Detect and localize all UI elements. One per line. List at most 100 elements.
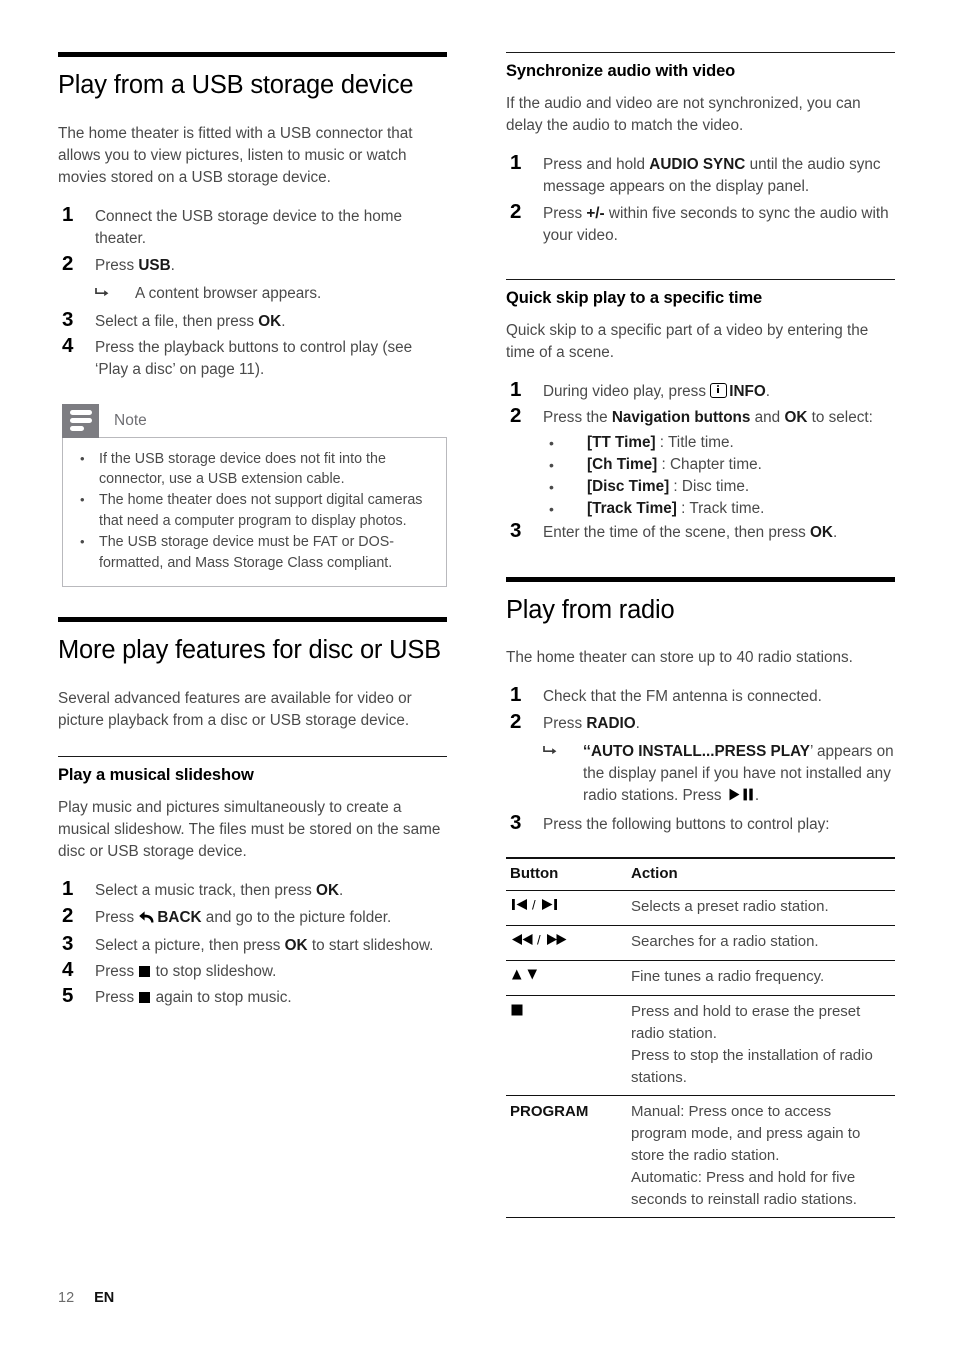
table-row: Fine tunes a radio frequency. [506,960,895,996]
option-desc: : Chapter time. [657,455,762,473]
step-text-post: to select: [807,409,873,427]
step-text-pre: Press [95,989,139,1007]
note-list-item: • The home theater does not support digit… [75,490,434,531]
table-cell-button [506,995,627,1095]
step-text-post: . [832,524,838,542]
note-body: • If the USB storage device does not fit … [62,436,447,588]
step-number: 3 [510,519,522,543]
step-text-pre: Press [543,204,587,222]
note-tab: Note [62,403,447,438]
section-rule-top [58,52,447,57]
button-name-ok: OK [316,882,339,900]
button-name-navigation: Navigation buttons [611,409,751,427]
table-cell-action: Press and hold to erase the preset radio… [627,995,895,1095]
option-desc: : Title time. [655,433,734,451]
note-box: Note • If the USB storage device does not… [62,403,447,588]
step-result-content-browser: A content browser appears. [95,283,447,305]
step-number: 1 [510,683,522,707]
language-code: EN [94,1290,115,1306]
action-line: Press to stop the installation of radio … [631,1046,873,1086]
step-result-auto-install: ‘‘AUTO INSTALL...PRESS PLAY’ appears on … [543,741,895,809]
step-sync-2: 2 Press +/- within five seconds to sync … [506,199,895,247]
info-icon [710,383,728,399]
step-text: Press RADIO. [543,711,895,735]
step-slideshow-1: 1 Select a music track, then press OK. [58,877,447,902]
step-slideshow-5: 5 Press again to stop music. [58,984,447,1009]
table-header-button: Button [510,864,559,882]
step-quickskip-1: 1 During video play, press INFO. [506,378,895,403]
section-quick-skip: Quick skip play to a specific time Quick… [506,279,895,545]
display-message-auto-install: AUTO INSTALL...PRESS PLAY [590,742,810,760]
button-name-ok: OK [810,524,833,542]
table-header-row: Button Action [506,857,895,891]
step-text-pre: Press the [543,409,612,427]
bullet-icon: • [80,492,85,508]
option-label: [Disc Time] [587,478,670,496]
right-column: Synchronize audio with video If the audi… [506,52,895,1218]
table-cell-button: PROGRAM [506,1095,627,1217]
program-button-label: PROGRAM [510,1102,589,1120]
step-number: 3 [62,308,74,331]
subsection-rule [506,52,895,53]
step-text: Check that the FM antenna is connected. [543,688,822,706]
page-title-more-play-features: More play features for disc or USB [58,636,441,665]
option-label: [TT Time] [587,433,656,451]
option-disc-time: • [Disc Time] : Disc time. [543,476,895,498]
step-number: 2 [510,199,522,223]
intro-paragraph-quick-skip: Quick skip to a specific part of a video… [506,321,869,362]
action-line: Fine tunes a radio frequency. [631,967,825,985]
table-head: Button Action [506,857,895,891]
step-text: Press the Navigation buttons and OK to s… [543,405,895,429]
intro-paragraph-more-features: Several advanced features are available … [58,689,412,729]
play-pause-icon [729,786,755,808]
note-icon [62,403,99,438]
subsection-title-musical-slideshow: Play a musical slideshow [58,766,254,785]
button-name-ok: OK [258,313,282,330]
table-cell-action: Fine tunes a radio frequency. [627,960,895,995]
option-desc: : Disc time. [669,478,750,496]
table-cell-button: / [506,890,627,925]
subsection-title-quick-skip: Quick skip play to a specific time [506,289,763,308]
button-name-radio: RADIO [586,714,636,732]
bullet-icon: • [80,534,85,550]
step-text: During video play, press INFO. [543,379,895,403]
left-column: Play from a USB storage device The home … [58,52,447,1011]
svg-text:/: / [532,897,536,912]
section-more-play-features: More play features for disc or USB Sever… [58,617,447,1009]
note-label: Note [114,411,147,429]
step-number: 1 [510,378,522,402]
step-text: Press and hold AUDIO SYNC until the audi… [543,152,895,198]
step-radio-3: 3 Press the following buttons to control… [506,811,895,836]
step-usb-2: 2 Press USB. [58,252,447,277]
step-text: Press the following buttons to control p… [543,816,830,834]
bullet-icon: • [549,456,554,473]
intro-paragraph-synchronize: If the audio and video are not synchroni… [506,94,861,134]
button-name-ok: OK [284,936,308,954]
note-item-text: If the USB storage device does not fit i… [99,450,386,488]
note-item-text: The USB storage device must be FAT or DO… [99,534,395,571]
section-rule-top [506,576,895,582]
step-number: 2 [62,903,74,927]
step-text-post: to start slideshow. [307,936,434,954]
note-item-text: The home theater does not support digita… [99,492,423,529]
back-icon [138,909,155,931]
subsection-rule [58,756,447,758]
radio-buttons-table: Button Action / Selects a preset radio s… [506,857,895,1218]
step-text: Select a file, then press OK. [95,309,447,333]
step-text-post: to stop slideshow. [151,963,277,981]
hook-arrow-icon [95,283,110,305]
table-row: PROGRAM Manual: Press once to access pro… [506,1095,895,1218]
action-line: Automatic: Press and hold for five secon… [631,1168,857,1208]
page-title-play-from-radio: Play from radio [506,595,675,624]
hook-arrow-icon [543,741,558,763]
step-slideshow-3: 3 Select a picture, then press OK to sta… [58,932,447,957]
step-text-post: again to stop music. [151,989,292,1007]
step-text-pre: Press [95,963,139,981]
step-number: 4 [62,334,74,358]
